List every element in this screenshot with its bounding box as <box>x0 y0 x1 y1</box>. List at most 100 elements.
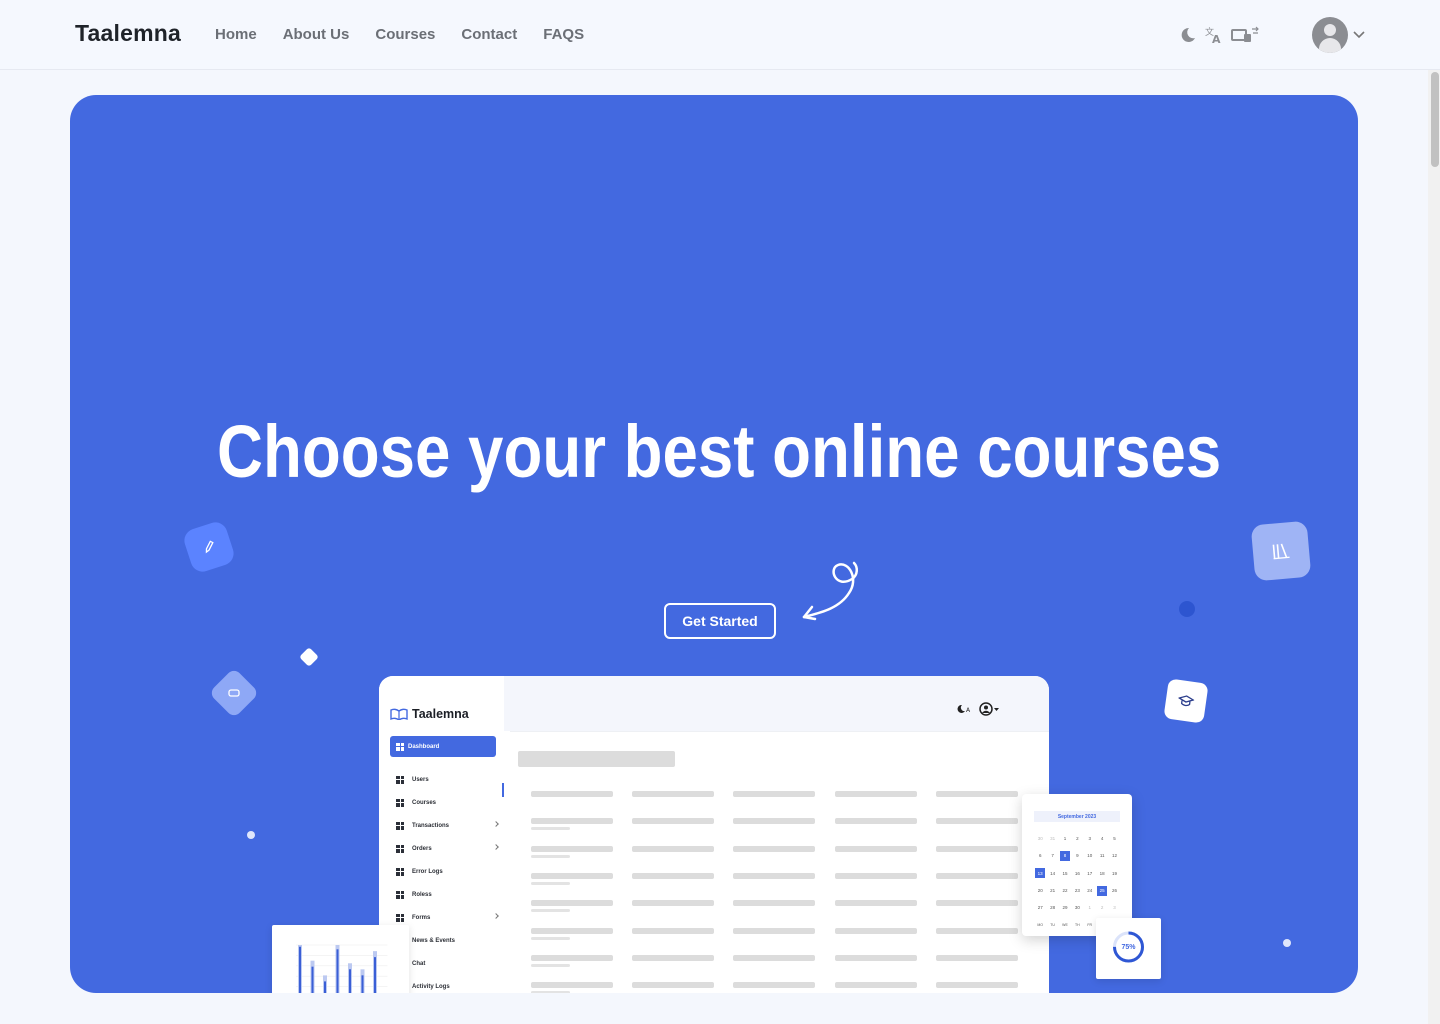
calendar-day: 25 <box>1097 885 1108 896</box>
placeholder-bar <box>531 872 613 879</box>
preview-menu-item: Courses <box>396 791 498 814</box>
preview-menu-item: Orders <box>396 837 499 860</box>
chevron-right-icon <box>493 821 499 827</box>
nav-link-home[interactable]: Home <box>215 26 257 43</box>
placeholder-bar <box>531 927 613 934</box>
calendar-day: 18 <box>1099 870 1105 876</box>
dot-decoration <box>247 831 255 839</box>
preview-user-icon <box>979 702 999 716</box>
scrollbar-track[interactable] <box>1428 70 1440 1024</box>
graduation-cap-icon <box>1163 678 1209 724</box>
nav-links: Home About Us Courses Contact FAQS <box>215 26 584 43</box>
preview-menu-item: Roless <box>396 883 498 906</box>
books-icon <box>1250 520 1312 582</box>
nav-link-courses[interactable]: Courses <box>375 26 435 43</box>
calendar-day: 7 <box>1051 853 1054 859</box>
display-switch-icon[interactable] <box>1230 24 1260 46</box>
preview-menu-label: Orders <box>412 845 432 852</box>
preview-menu: Users Courses Transactions Orders Error Logs… <box>396 768 499 993</box>
moon-icon[interactable] <box>1178 24 1198 46</box>
placeholder-bar <box>835 900 917 907</box>
user-menu[interactable] <box>1312 17 1366 53</box>
nav-link-about[interactable]: About Us <box>283 26 350 43</box>
placeholder-bar <box>733 845 815 852</box>
grid-icon <box>396 821 404 830</box>
chart-bar <box>311 966 314 993</box>
placeholder-bar <box>531 982 613 989</box>
calendar-day: 15 <box>1062 870 1068 876</box>
calendar-day: 27 <box>1037 905 1043 911</box>
calendar-weekday: WE <box>1062 923 1068 928</box>
sidebar-scroll-marker <box>502 783 504 797</box>
dashboard-preview: Taalemna Dashboard Users Courses Transacti… <box>379 676 1049 993</box>
preview-menu-item: Users <box>396 768 498 791</box>
placeholder-bar <box>531 991 570 993</box>
scrollbar-thumb[interactable] <box>1431 72 1439 167</box>
placeholder-bar <box>835 791 917 797</box>
placeholder-bar <box>936 954 1018 961</box>
grid-icon <box>396 867 404 876</box>
placeholder-bar <box>936 791 1018 797</box>
preview-menu-label: Activity Logs <box>412 983 450 990</box>
calendar-day: 28 <box>1050 905 1056 911</box>
placeholder-bar <box>531 854 570 858</box>
placeholder-bar <box>936 982 1018 989</box>
placeholder-bar <box>936 872 1018 879</box>
calendar-day: 1 <box>1063 836 1067 842</box>
preview-menu-item: Error Logs <box>396 860 498 883</box>
placeholder-bar <box>632 900 714 907</box>
placeholder-bar <box>632 872 714 879</box>
calendar-day: 2 <box>1100 905 1104 911</box>
toolbar: 文A <box>1178 24 1260 46</box>
placeholder-bar <box>632 954 714 961</box>
nav-link-contact[interactable]: Contact <box>461 26 517 43</box>
calendar-day: 23 <box>1074 888 1080 894</box>
brand-logo[interactable]: Taalemna <box>75 20 181 47</box>
placeholder-bar <box>632 982 714 989</box>
calendar-day: 26 <box>1112 888 1118 894</box>
preview-menu-label: News & Events <box>412 937 456 944</box>
placeholder-bar <box>531 818 613 825</box>
preview-menu-label: Roless <box>412 891 432 898</box>
calendar-weekday: FR <box>1087 923 1093 928</box>
placeholder-bar <box>835 818 917 825</box>
calendar-day: 12 <box>1112 853 1118 859</box>
calendar-weekday: TH <box>1075 923 1080 928</box>
placeholder-bar <box>531 827 570 831</box>
eraser-icon <box>208 667 260 719</box>
hero-title: Choose your best online courses <box>217 410 1222 493</box>
diamond-decoration <box>299 647 319 667</box>
calendar-day: 22 <box>1062 888 1068 894</box>
preview-menu-label: Forms <box>412 914 431 921</box>
preview-menu-label: Courses <box>412 799 437 806</box>
placeholder-bar <box>835 982 917 989</box>
calendar-day: 30 <box>1074 905 1080 911</box>
calendar-day: 4 <box>1100 836 1104 842</box>
svg-text:A: A <box>1212 33 1221 45</box>
placeholder-bar <box>632 927 714 934</box>
placeholder-bar <box>531 881 570 885</box>
nav-link-faqs[interactable]: FAQS <box>543 26 584 43</box>
calendar-weekday: TU <box>1050 923 1055 928</box>
placeholder-bar <box>936 900 1018 907</box>
preview-menu-item: Transactions <box>396 814 499 837</box>
avatar[interactable] <box>1312 17 1348 53</box>
chevron-right-icon <box>493 913 499 919</box>
get-started-button[interactable]: Get Started <box>664 603 776 639</box>
grid-icon <box>396 775 404 784</box>
calendar-day: 10 <box>1087 853 1093 859</box>
grid-icon <box>396 798 404 807</box>
preview-menu-label: Users <box>412 776 429 783</box>
calendar-day: 17 <box>1087 870 1093 876</box>
preview-menu-label: Transactions <box>412 822 450 829</box>
calendar-weekday: MO <box>1037 923 1044 928</box>
dot-decoration <box>1179 601 1195 617</box>
preview-brand: Taalemna <box>390 707 469 721</box>
placeholder-bar <box>835 845 917 852</box>
placeholder-bar <box>733 872 815 879</box>
calendar-day: 1 <box>1088 905 1092 911</box>
chart-bar <box>336 949 339 993</box>
chevron-right-icon <box>493 844 499 850</box>
calendar-card: September 2023 30 31 1 2 3 4 5 6 7 8 9 10 11 12 13 14 15… <box>1022 794 1132 936</box>
translate-icon[interactable]: 文A <box>1204 24 1224 46</box>
